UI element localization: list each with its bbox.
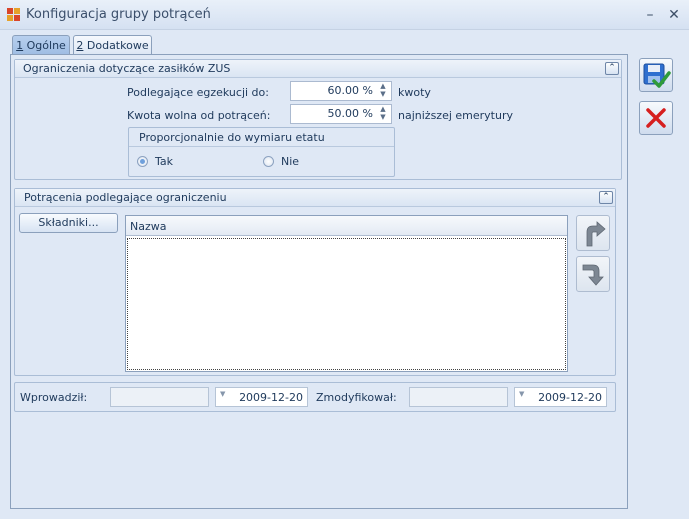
deductions-collapse-button[interactable]: ⌃ — [599, 191, 613, 204]
save-floppy-check-icon — [643, 63, 671, 88]
app-icon — [7, 8, 21, 22]
deductions-group-header: Potrącenia podlegające ograniczeniu ⌃ — [15, 189, 615, 207]
radio-nie-label: Nie — [281, 155, 300, 168]
tab-ogolne[interactable]: 1 Ogólne — [12, 35, 70, 55]
enforcement-value: 60.00 % — [327, 84, 373, 97]
modified-date: 2009-12-20 — [538, 391, 602, 404]
column-nazwa[interactable]: Nazwa — [130, 220, 166, 233]
red-x-icon — [646, 108, 666, 128]
modified-date-field: ▼ 2009-12-20 — [514, 387, 607, 407]
radio-nie-circle[interactable] — [263, 156, 274, 167]
tab-panel: Ograniczenia dotyczące zasiłków ZUS ⌃ Po… — [10, 54, 628, 509]
save-button[interactable] — [639, 58, 673, 92]
zus-collapse-button[interactable]: ⌃ — [605, 62, 619, 75]
enforcement-label: Podlegające egzekucji do: — [127, 86, 269, 99]
curved-arrow-up-icon — [586, 221, 606, 247]
radio-tak[interactable]: Tak — [137, 154, 207, 170]
proportional-header: Proporcjonalnie do wymiaru etatu — [129, 128, 394, 147]
introduced-label: Wprowadził: — [20, 391, 88, 404]
deductions-grid[interactable]: Nazwa — [125, 215, 568, 372]
zus-limits-group: Ograniczenia dotyczące zasiłków ZUS ⌃ Po… — [14, 59, 622, 180]
components-button[interactable]: Składniki... — [19, 213, 118, 233]
grid-body[interactable] — [127, 238, 566, 370]
enforcement-suffix: kwoty — [398, 86, 431, 99]
move-up-button[interactable] — [576, 215, 610, 251]
radio-tak-circle[interactable] — [137, 156, 148, 167]
close-button[interactable]: ✕ — [664, 5, 684, 25]
grid-header: Nazwa — [126, 216, 567, 236]
footer-group: Wprowadził: ▼ 2009-12-20 Zmodyfikował: ▼… — [14, 382, 616, 412]
free-amount-spinner[interactable]: 50.00 % ▲ ▼ — [290, 104, 392, 124]
spin-up-down-icon[interactable]: ▲ ▼ — [377, 105, 389, 123]
zus-group-header: Ograniczenia dotyczące zasiłków ZUS ⌃ — [15, 60, 621, 78]
dropdown-arrow-icon: ▼ — [220, 390, 226, 398]
free-amount-suffix: najniższej emerytury — [398, 109, 513, 122]
modified-user-field — [409, 387, 508, 407]
proportional-group: Proporcjonalnie do wymiaru etatu Tak Nie — [128, 127, 395, 177]
tab-ogolne-label: Ogólne — [23, 39, 66, 52]
introduced-date-field: ▼ 2009-12-20 — [215, 387, 308, 407]
deductions-group: Potrącenia podlegające ograniczeniu ⌃ Sk… — [14, 188, 616, 376]
modified-label: Zmodyfikował: — [316, 391, 397, 404]
tab-dodatkowe-label: Dodatkowe — [83, 39, 149, 52]
proportional-title: Proporcjonalnie do wymiaru etatu — [139, 131, 325, 144]
radio-nie[interactable]: Nie — [263, 154, 333, 170]
radio-tak-label: Tak — [155, 155, 174, 168]
curved-arrow-down-icon — [582, 264, 604, 286]
dropdown-arrow-icon: ▼ — [519, 390, 525, 398]
zus-group-title: Ograniczenia dotyczące zasiłków ZUS — [23, 62, 231, 75]
window-title: Konfiguracja grupy potrąceń — [26, 7, 211, 22]
deductions-group-title: Potrącenia podlegające ograniczeniu — [24, 191, 227, 204]
move-down-button[interactable] — [576, 256, 610, 292]
free-amount-value: 50.00 % — [327, 107, 373, 120]
free-amount-label: Kwota wolna od potrąceń: — [127, 109, 271, 122]
cancel-button[interactable] — [639, 101, 673, 135]
spin-up-down-icon[interactable]: ▲ ▼ — [377, 82, 389, 100]
tab-dodatkowe[interactable]: 2 Dodatkowe — [73, 35, 152, 55]
introduced-user-field — [110, 387, 209, 407]
enforcement-spinner[interactable]: 60.00 % ▲ ▼ — [290, 81, 392, 101]
title-bar: Konfiguracja grupy potrąceń – ✕ — [0, 0, 689, 30]
minimize-button[interactable]: – — [640, 5, 660, 25]
introduced-date: 2009-12-20 — [239, 391, 303, 404]
